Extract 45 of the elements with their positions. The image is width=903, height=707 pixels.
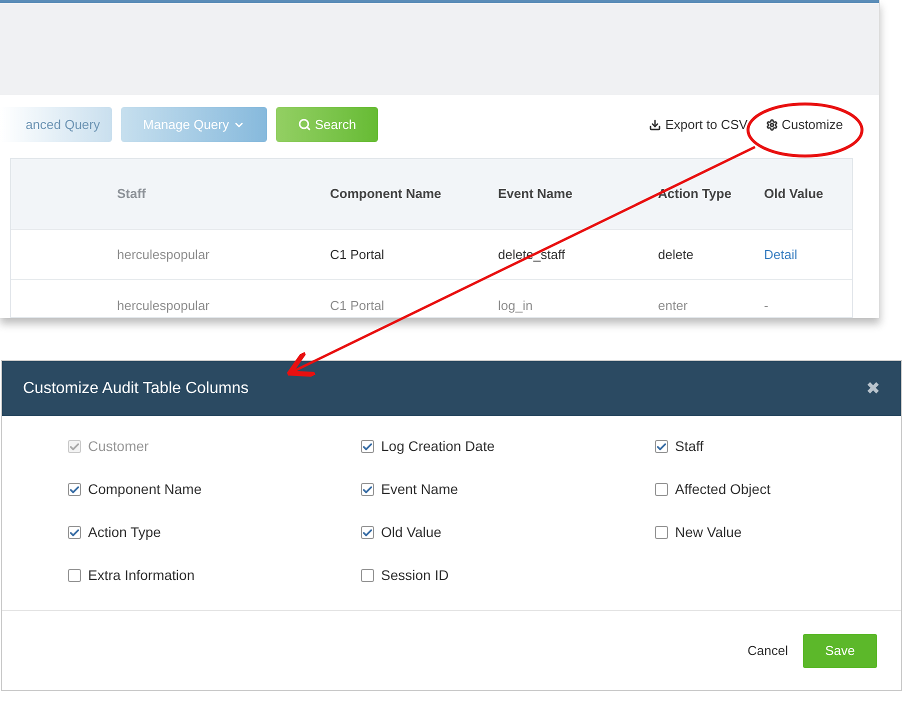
table-cell-text: herculespopular — [117, 299, 211, 315]
checkbox[interactable] — [361, 440, 374, 453]
download-icon — [649, 118, 662, 130]
option-label: Affected Object — [675, 480, 770, 499]
table-cell-text: log_in — [498, 299, 534, 315]
checkbox[interactable] — [68, 526, 81, 539]
option-label: Old Value — [381, 523, 442, 542]
option-label: Component Name — [88, 480, 202, 499]
option-label: Customer — [88, 437, 149, 456]
option-label: Session ID — [381, 566, 449, 585]
column-header: Event Name — [498, 185, 574, 204]
column-header: Staff — [117, 185, 147, 204]
checkbox[interactable] — [655, 483, 668, 496]
table-cell-text: C1 Portal — [330, 299, 386, 315]
save-button[interactable]: Save — [803, 634, 877, 668]
checkbox[interactable] — [361, 483, 374, 496]
checkbox[interactable] — [655, 440, 668, 453]
dialog-title: Customize Audit Table Columns — [23, 378, 249, 398]
option-label: Staff — [675, 437, 704, 456]
option-label: Action Type — [88, 523, 161, 542]
settings-icon — [766, 118, 778, 130]
cancel-button[interactable]: Cancel — [748, 640, 788, 660]
table-cell-text: herculespopular — [117, 248, 211, 262]
checkbox[interactable] — [68, 483, 81, 496]
option-label: New Value — [675, 523, 742, 542]
search-icon — [298, 118, 311, 131]
customize-link[interactable]: Customize — [766, 114, 843, 134]
table-cell-text: C1 Portal — [330, 248, 386, 262]
table-cell-text: enter — [658, 299, 689, 315]
table-cell-text: - — [764, 299, 770, 315]
column-header: Old Value — [764, 185, 824, 204]
export-csv-link[interactable]: Export to CSV — [649, 114, 748, 134]
close-button[interactable]: ✖ — [866, 376, 880, 402]
checkbox[interactable] — [361, 569, 374, 582]
column-header: Component Name — [330, 185, 442, 204]
option-label: Event Name — [381, 480, 458, 499]
option-label: Log Creation Date — [381, 437, 495, 456]
option-label: Extra Information — [88, 566, 195, 585]
checkbox[interactable] — [655, 526, 668, 539]
search-button[interactable]: Search — [276, 107, 378, 142]
table-cell-text: delete — [658, 248, 694, 262]
checkbox[interactable] — [361, 526, 374, 539]
advanced-query-button[interactable]: anced Query — [0, 107, 112, 142]
detail-link[interactable]: Detail — [764, 248, 854, 262]
checkbox[interactable] — [68, 569, 81, 582]
